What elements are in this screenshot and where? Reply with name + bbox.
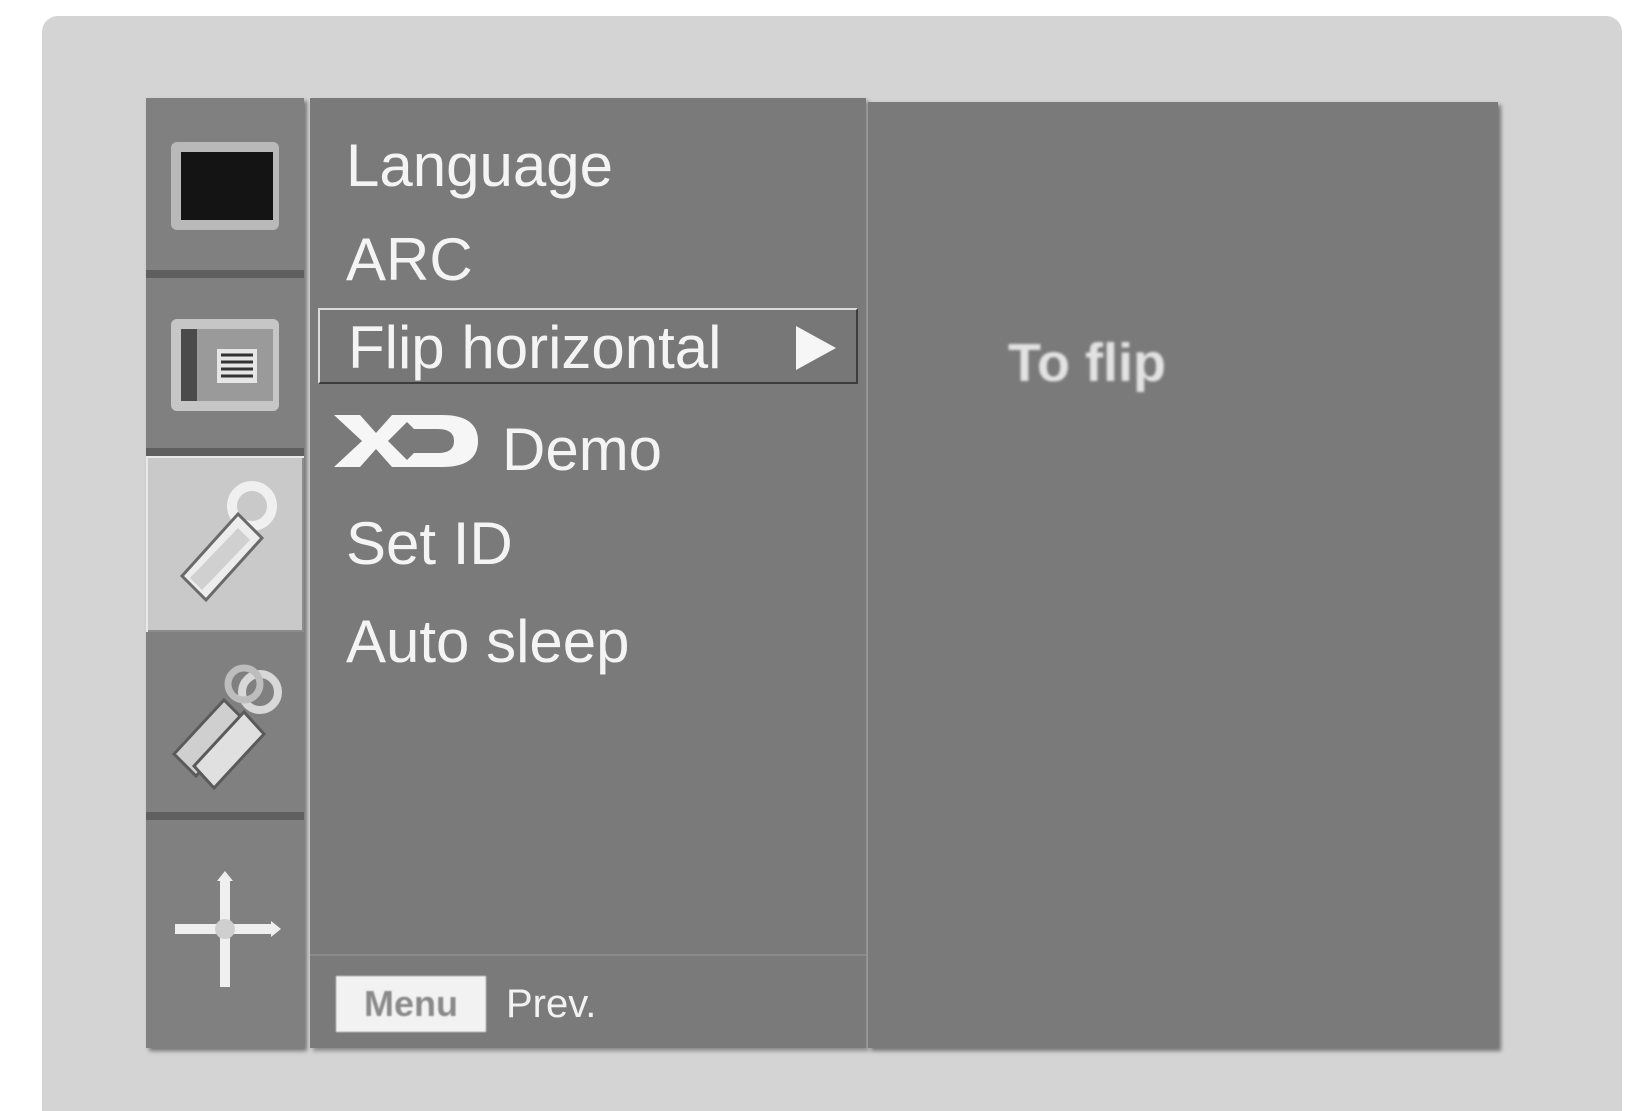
tab-picture[interactable] <box>146 98 304 278</box>
menu-item-language[interactable]: Language <box>346 128 613 204</box>
tab-screen[interactable] <box>146 820 304 1048</box>
description-text: To flip <box>1008 333 1166 393</box>
screen-adjust-cross-icon <box>165 867 285 1002</box>
menu-item-label: Demo <box>502 416 663 483</box>
menu-item-arc[interactable]: ARC <box>346 222 473 298</box>
description-panel: To flip <box>868 102 1498 1048</box>
tab-special[interactable] <box>146 456 304 632</box>
menu-item-label: Auto sleep <box>346 608 630 675</box>
menu-panel: Language ARC Flip horizontal Demo Set ID… <box>310 98 866 1048</box>
menu-item-auto-sleep[interactable]: Auto sleep <box>346 604 630 680</box>
tab-setup[interactable] <box>146 632 304 820</box>
setup-tags-icon <box>160 654 290 799</box>
submenu-arrow-icon <box>796 326 836 370</box>
menu-footer: Menu Prev. <box>310 954 866 1048</box>
picture-screen-icon <box>167 138 283 239</box>
menu-item-label: Set ID <box>346 510 513 577</box>
menu-item-label: Flip horizontal <box>348 314 722 381</box>
special-tag-icon <box>160 472 290 617</box>
tab-pip[interactable] <box>146 278 304 456</box>
menu-item-set-id[interactable]: Set ID <box>346 506 513 582</box>
xd-logo <box>330 411 480 489</box>
menu-item-label: Language <box>346 132 613 199</box>
pip-screen-icon <box>167 315 283 420</box>
menu-key-badge[interactable]: Menu <box>336 976 486 1032</box>
menu-item-xd-demo[interactable]: Demo <box>330 412 662 488</box>
prev-label: Prev. <box>506 982 597 1026</box>
menu-item-label: ARC <box>346 226 473 293</box>
menu-item-flip-horizontal[interactable]: Flip horizontal <box>318 308 858 384</box>
menu-tab-column <box>146 98 304 1048</box>
osd-menu: Language ARC Flip horizontal Demo Set ID… <box>146 98 1506 1050</box>
